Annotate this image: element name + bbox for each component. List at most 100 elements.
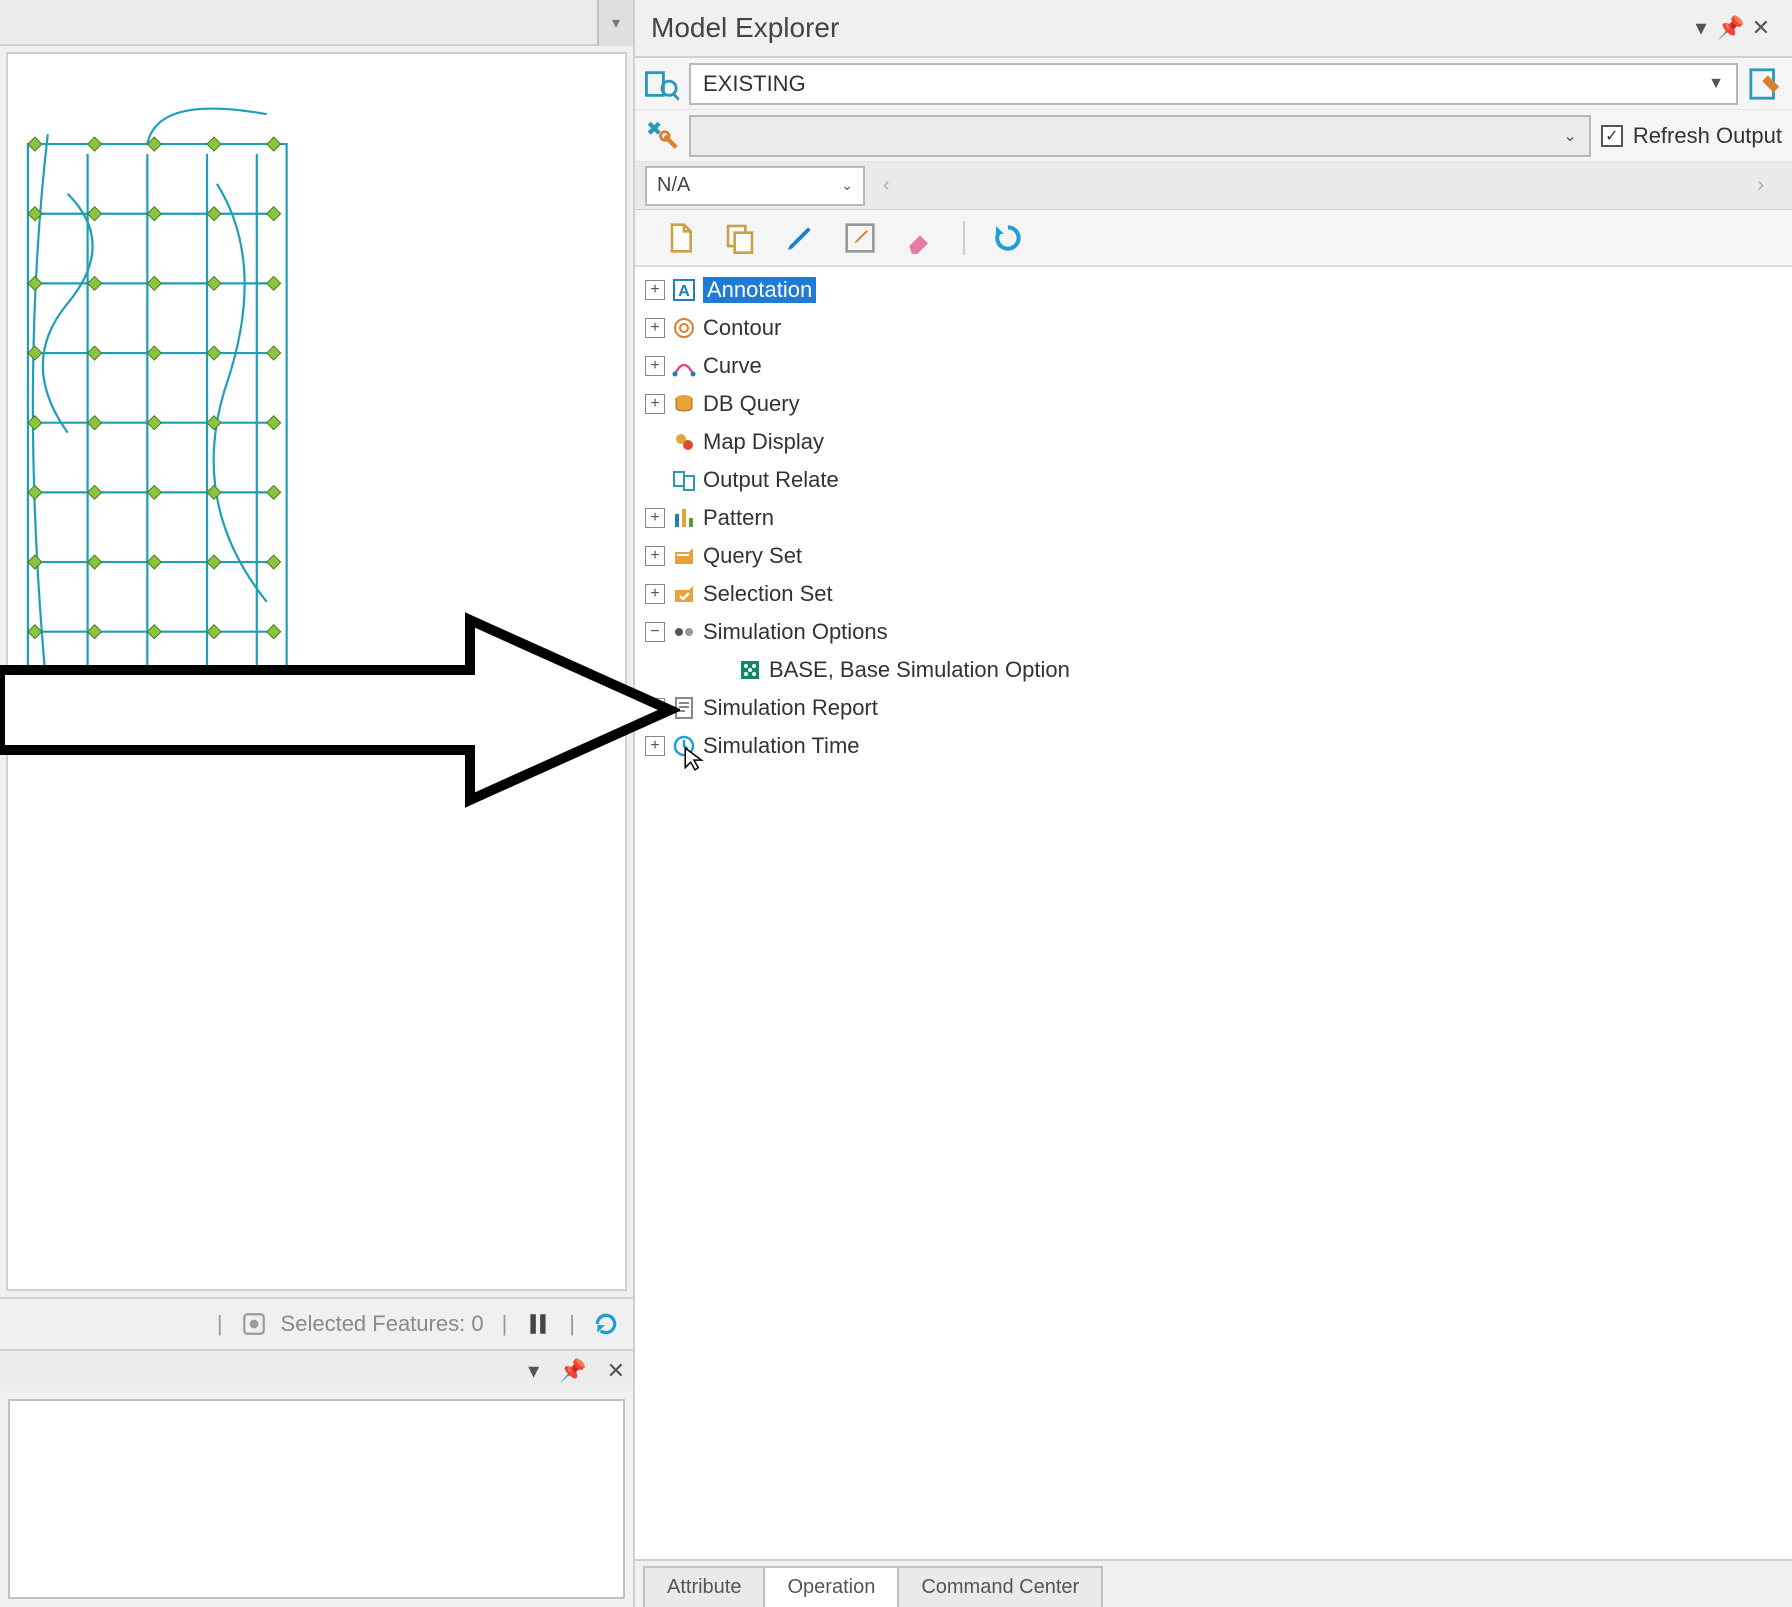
tree-item-simreport[interactable]: + Simulation Report — [635, 689, 1792, 727]
scenario-value: EXISTING — [703, 71, 806, 97]
model-explorer-panel: Model Explorer ▾ 📌 ✕ EXISTING ▼ — [635, 0, 1792, 1607]
new-item-icon[interactable] — [663, 221, 697, 255]
expand-icon[interactable]: + — [645, 508, 665, 528]
viewport-header: ▾ — [0, 0, 633, 46]
outputrelate-icon — [671, 467, 697, 493]
pin-icon[interactable]: 📌 — [559, 1358, 586, 1384]
find-model-icon[interactable] — [645, 67, 679, 101]
tree-item-label: Simulation Report — [703, 695, 878, 721]
scenario-row: EXISTING ▼ — [635, 58, 1792, 110]
filter-row: ⌄ ✓ Refresh Output — [635, 110, 1792, 162]
tree-item-simtime[interactable]: + Simulation Time — [635, 727, 1792, 765]
no-expand-icon — [711, 660, 731, 680]
close-icon[interactable]: ✕ — [1746, 15, 1776, 41]
tree-item-label: Annotation — [703, 277, 816, 303]
toolbar-separator — [963, 221, 965, 255]
mapdisplay-icon — [671, 429, 697, 455]
queryset-icon — [671, 543, 697, 569]
panel-title: Model Explorer — [651, 12, 839, 44]
tree-item-dbquery[interactable]: + DB Query — [635, 385, 1792, 423]
expand-icon[interactable]: + — [645, 698, 665, 718]
viewport-dropdown[interactable]: ▾ — [597, 0, 633, 46]
panel-title-bar: Model Explorer ▾ 📌 ✕ — [635, 0, 1792, 58]
simbase-icon — [737, 657, 763, 683]
tools-icon[interactable] — [645, 119, 679, 153]
tree-item-label: Pattern — [703, 505, 774, 531]
close-icon[interactable]: ✕ — [607, 1358, 625, 1384]
edit-box-icon[interactable] — [843, 221, 877, 255]
A-icon: A — [671, 277, 697, 303]
map-viewport[interactable] — [6, 52, 627, 1291]
selectionset-icon — [671, 581, 697, 607]
expand-icon[interactable]: + — [645, 280, 665, 300]
pattern-icon — [671, 505, 697, 531]
cursor-icon — [682, 746, 708, 772]
tree-item-simbase[interactable]: BASE, Base Simulation Option — [635, 651, 1792, 689]
tab-command-center[interactable]: Command Center — [897, 1566, 1103, 1607]
tree-item-label: Curve — [703, 353, 762, 379]
panel-menu-icon[interactable]: ▾ — [528, 1358, 539, 1384]
copy-icon[interactable] — [723, 221, 757, 255]
operation-tree[interactable]: + AAnnotation + Contour + Curve + DB Query Map D… — [635, 266, 1792, 1559]
refresh-output-label: Refresh Output — [1633, 123, 1782, 149]
expand-icon[interactable]: + — [645, 584, 665, 604]
tree-item-label: Selection Set — [703, 581, 833, 607]
curve-icon — [671, 353, 697, 379]
lower-panel-body[interactable] — [8, 1399, 625, 1599]
lower-panel-header: ▾ 📌 ✕ — [0, 1349, 633, 1391]
chevron-down-icon: ▼ — [1708, 75, 1724, 93]
eraser-icon[interactable] — [903, 221, 937, 255]
collapse-icon[interactable]: − — [645, 622, 665, 642]
tree-item-queryset[interactable]: + Query Set — [635, 537, 1792, 575]
expand-icon[interactable]: + — [645, 356, 665, 376]
nav-next-icon[interactable]: › — [1757, 174, 1764, 197]
pause-icon[interactable] — [525, 1311, 551, 1337]
selected-features-icon — [241, 1311, 267, 1337]
tree-item-label: Simulation Time — [703, 733, 860, 759]
dbquery-icon — [671, 391, 697, 417]
selected-features-label: Selected Features: 0 — [281, 1311, 484, 1337]
expand-icon[interactable]: + — [645, 736, 665, 756]
tree-item-pattern[interactable]: + Pattern — [635, 499, 1792, 537]
pin-icon[interactable]: 📌 — [1716, 15, 1746, 41]
scenario-combo[interactable]: EXISTING ▼ — [689, 63, 1738, 105]
refresh-icon[interactable] — [593, 1311, 619, 1337]
tab-operation[interactable]: Operation — [763, 1566, 899, 1607]
tree-item-simoptions[interactable]: − Simulation Options — [635, 613, 1792, 651]
viewport-status-bar: | Selected Features: 0 | | — [0, 1297, 633, 1349]
tree-item-contour[interactable]: + Contour — [635, 309, 1792, 347]
tree-item-label: Query Set — [703, 543, 802, 569]
na-row: N/A ⌄ ‹ › — [635, 162, 1792, 210]
expand-icon[interactable]: + — [645, 318, 665, 338]
simreport-icon — [671, 695, 697, 721]
map-viewport-panel: ▾ — [0, 0, 635, 1607]
expand-icon[interactable]: + — [645, 546, 665, 566]
tree-item-label: Map Display — [703, 429, 824, 455]
no-expand-icon — [645, 432, 665, 452]
reload-icon[interactable] — [991, 221, 1025, 255]
tree-item-curve[interactable]: + Curve — [635, 347, 1792, 385]
edit-pencil-icon[interactable] — [783, 221, 817, 255]
panel-menu-icon[interactable]: ▾ — [1686, 15, 1716, 41]
na-combo[interactable]: N/A ⌄ — [645, 166, 865, 206]
expand-icon[interactable]: + — [645, 394, 665, 414]
tree-toolbar — [635, 210, 1792, 266]
refresh-output-checkbox[interactable]: ✓ — [1601, 125, 1623, 147]
simoptions-icon — [671, 619, 697, 645]
tree-item-outputrelate[interactable]: Output Relate — [635, 461, 1792, 499]
filter-combo[interactable]: ⌄ — [689, 115, 1591, 157]
tree-item-mapdisplay[interactable]: Map Display — [635, 423, 1792, 461]
bottom-tabs: AttributeOperationCommand Center — [635, 1559, 1792, 1607]
contour-icon — [671, 315, 697, 341]
edit-scenario-icon[interactable] — [1748, 67, 1782, 101]
no-expand-icon — [645, 470, 665, 490]
na-value: N/A — [657, 174, 690, 197]
tree-item-label: Simulation Options — [703, 619, 888, 645]
tree-item-label: Contour — [703, 315, 781, 341]
nav-prev-icon[interactable]: ‹ — [883, 174, 890, 197]
tree-item-label: DB Query — [703, 391, 800, 417]
tab-attribute[interactable]: Attribute — [643, 1566, 765, 1607]
tree-item-selectionset[interactable]: + Selection Set — [635, 575, 1792, 613]
tree-item-label: BASE, Base Simulation Option — [769, 657, 1070, 683]
tree-item-A[interactable]: + AAnnotation — [635, 271, 1792, 309]
